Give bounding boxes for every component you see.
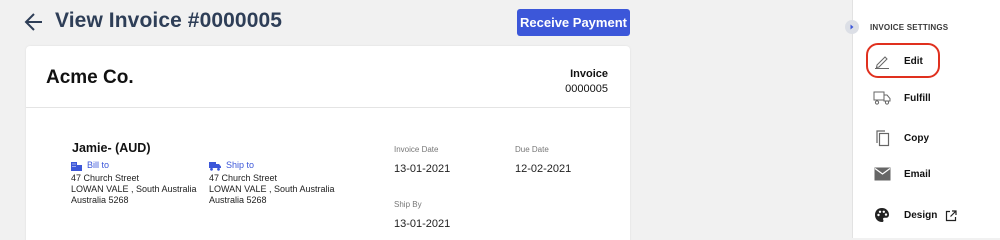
receive-payment-button[interactable]: Receive Payment — [517, 9, 630, 36]
invoice-card: Acme Co. Invoice 0000005 Jamie- (AUD) Bi… — [26, 46, 630, 240]
invoice-card-header: Acme Co. Invoice 0000005 — [26, 46, 630, 108]
ship-to-line3: Australia 5268 — [209, 195, 267, 205]
delivery-truck-icon — [209, 161, 221, 171]
edit-action[interactable]: Edit — [873, 50, 923, 72]
copy-label: Copy — [904, 132, 929, 144]
main-content: View Invoice #0000005 Receive Payment Ac… — [0, 0, 852, 240]
open-external-icon[interactable] — [945, 209, 957, 227]
design-action[interactable]: Design — [873, 204, 957, 226]
copy-icon — [873, 129, 891, 147]
palette-icon — [873, 206, 891, 224]
ship-to-block: Ship to 47 Church Street LOWAN VALE , So… — [209, 160, 335, 206]
bill-to-line2: LOWAN VALE , South Australia — [71, 184, 197, 194]
invoice-settings-title: INVOICE SETTINGS — [870, 23, 949, 32]
bill-to-line1: 47 Church Street — [71, 173, 140, 183]
invoice-date-label: Invoice Date — [394, 145, 439, 154]
customer-name: Jamie- (AUD) — [72, 141, 151, 155]
bill-to-label: Bill to — [87, 160, 110, 170]
ship-to-label: Ship to — [226, 160, 255, 170]
pencil-icon — [873, 52, 891, 70]
invoice-label: Invoice — [570, 68, 608, 80]
envelope-icon — [873, 165, 891, 183]
bill-to-block: Bill to 47 Church Street LOWAN VALE , So… — [71, 160, 197, 206]
ship-to-line2: LOWAN VALE , South Australia — [209, 184, 335, 194]
invoice-number: 0000005 — [565, 83, 608, 95]
design-label: Design — [904, 209, 938, 221]
fulfill-label: Fulfill — [904, 92, 931, 104]
invoice-settings-panel: INVOICE SETTINGS Edit Fulfill Copy Email… — [852, 0, 1000, 238]
chevron-right-icon — [850, 24, 854, 30]
page-title: View Invoice #0000005 — [55, 9, 283, 32]
ship-by-value: 13-01-2021 — [394, 218, 451, 230]
bill-to-heading: Bill to — [71, 160, 197, 171]
company-name: Acme Co. — [46, 67, 134, 88]
due-date-label: Due Date — [515, 145, 549, 154]
edit-label: Edit — [904, 55, 923, 67]
fulfill-action[interactable]: Fulfill — [873, 87, 931, 109]
copy-action[interactable]: Copy — [873, 127, 929, 149]
bill-to-line3: Australia 5268 — [71, 195, 129, 205]
truck-icon — [873, 89, 891, 107]
ship-by-label: Ship By — [394, 200, 422, 209]
email-label: Email — [904, 168, 931, 180]
back-arrow-icon[interactable] — [24, 11, 44, 33]
invoice-date-value: 13-01-2021 — [394, 163, 451, 175]
email-action[interactable]: Email — [873, 163, 931, 185]
building-icon — [71, 161, 82, 171]
ship-to-line1: 47 Church Street — [209, 173, 278, 183]
due-date-value: 12-02-2021 — [515, 163, 572, 175]
ship-to-heading: Ship to — [209, 160, 335, 171]
panel-collapse-toggle[interactable] — [845, 20, 859, 34]
